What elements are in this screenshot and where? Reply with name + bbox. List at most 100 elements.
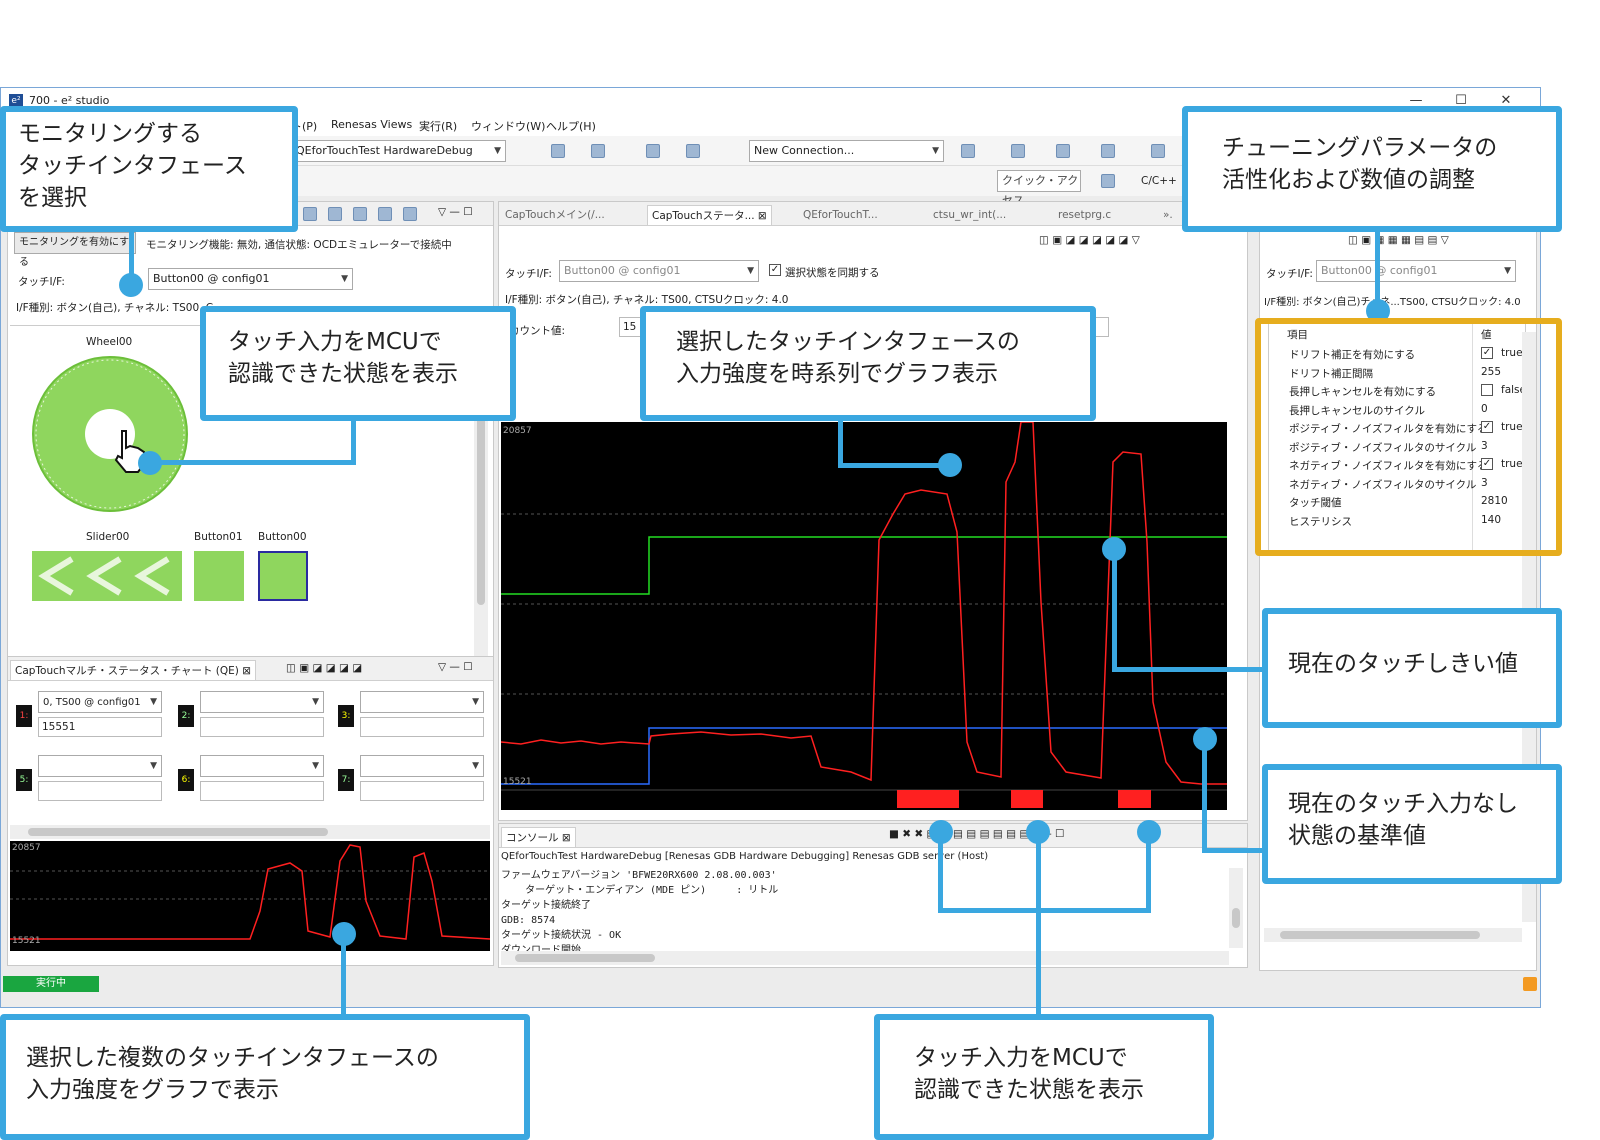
if-type-text: I/F種別: ボタン(自己)チャネ...TS00, CTSUクロック: 4.0 [1264, 297, 1521, 308]
slider-label: Slider00 [86, 531, 130, 543]
tab-captouch-status[interactable]: CapTouchステータ... ⊠ [647, 205, 772, 225]
param-view-icons[interactable]: ◫ ▣ ▦ ▦ ▦ ▤ ▤ ▽ [1348, 234, 1449, 246]
tab-multi-status-chart-label: CapTouchマルチ・ステータス・チャート (QE) [15, 665, 239, 677]
scroll-thumb[interactable] [1280, 931, 1480, 939]
perspective-cpp[interactable]: C/C++ [1141, 175, 1177, 187]
callout-pointer-dot [138, 451, 162, 475]
connection-select[interactable]: New Connection... ▼ [749, 140, 944, 162]
channel-slot-number: 3: [338, 705, 354, 727]
view-icon[interactable] [303, 207, 317, 221]
channel-slot-number: 2: [178, 705, 194, 727]
step-icon[interactable] [1151, 144, 1165, 158]
main-chart-min: 15521 [503, 777, 532, 787]
scroll-thumb[interactable] [515, 954, 655, 962]
wheel-label: Wheel00 [86, 336, 133, 348]
if-type-text: I/F種別: ボタン(自己), チャネル: TS00, C [16, 302, 214, 314]
menu-run[interactable]: 実行(R) [419, 118, 457, 134]
tab-resetprg[interactable]: resetprg.c [1054, 205, 1115, 225]
touch-if-value: Button00 @ config01 [153, 272, 270, 285]
callout-connector [1202, 848, 1264, 853]
quick-access-input[interactable]: クイック・アクセス [997, 170, 1081, 207]
view-icon[interactable] [403, 207, 417, 221]
button01-widget[interactable] [194, 551, 244, 601]
if-type-text: I/F種別: ボタン(自己), チャネル: TS00, CTSUクロック: 4.… [505, 294, 789, 306]
console-tabstrip: コンソール ⊠ ■ ✖ ✖ ▤ ▤ ▤ ▤ ▤ ▤ ▤ ▤ ▾ — ☐ [499, 824, 1247, 848]
monitor-icon[interactable] [1056, 144, 1070, 158]
touch-state-bar [897, 790, 959, 808]
touch-if-select[interactable]: Button00 @ config01 ▼ [559, 260, 759, 282]
tool-icon[interactable] [1101, 144, 1115, 158]
callout-connector [351, 415, 356, 465]
touch-if-select[interactable]: Button00 @ config01 ▼ [1316, 260, 1516, 282]
connect-icon[interactable] [961, 144, 975, 158]
callout-select-interface: モニタリングする タッチインタフェース を選択 [0, 106, 298, 232]
horizontal-scrollbar[interactable] [10, 825, 490, 839]
save-icon[interactable] [591, 144, 605, 158]
console-line: ターゲット・エンディアン (MDE ピン) : リトル [501, 885, 779, 896]
console-panel: コンソール ⊠ ■ ✖ ✖ ▤ ▤ ▤ ▤ ▤ ▤ ▤ ▤ ▾ — ☐ QEfo… [498, 823, 1248, 968]
callout-connector [838, 463, 948, 468]
menu-renesas-views[interactable]: Renesas Views [331, 118, 412, 131]
view-icon[interactable] [328, 207, 342, 221]
enable-monitoring-button[interactable]: モニタリングを有効にする [14, 232, 136, 268]
horizontal-scrollbar[interactable] [1264, 928, 1522, 942]
channel-select[interactable]: ▼ [38, 755, 162, 777]
touch-if-value: Button00 @ config01 [564, 264, 681, 277]
channel-select[interactable]: 0, TS00 @ config01 ▼ [38, 691, 162, 713]
console-header: QEforTouchTest HardwareDebug [Renesas GD… [501, 851, 989, 862]
chevron-down-icon: ▼ [312, 761, 319, 771]
tab-label: ». [1163, 209, 1173, 221]
chart-view-icons[interactable]: ◫ ▣ ◪ ◪ ◪ ◪ ◪ ▽ [1039, 234, 1140, 246]
channel-select[interactable]: ▼ [360, 755, 484, 777]
tab-console[interactable]: コンソール ⊠ [501, 827, 576, 847]
channel-select[interactable]: ▼ [360, 691, 484, 713]
callout-connector [938, 908, 1151, 913]
horizontal-scrollbar[interactable] [501, 951, 1229, 965]
notification-icon[interactable] [1523, 977, 1537, 991]
channel-select[interactable]: ▼ [200, 691, 324, 713]
main-chart-max: 20857 [503, 426, 532, 436]
view-icon[interactable] [378, 207, 392, 221]
build-icon[interactable] [686, 144, 700, 158]
callout-pointer-dot [938, 453, 962, 477]
channel-slot-number: 5: [16, 769, 32, 791]
scroll-thumb[interactable] [28, 828, 328, 836]
menu-help[interactable]: ヘルプ(H) [546, 118, 596, 134]
launch-config-select[interactable]: QEforTouchTest HardwareDebug ▼ [291, 140, 506, 162]
center-tabstrip: CapTouchメイン(/... CapTouchステータ... ⊠ QEfor… [499, 202, 1247, 226]
channel-value [200, 717, 324, 737]
slider-widget[interactable] [32, 551, 182, 601]
multi-chart-svg [10, 844, 491, 940]
chevron-down-icon: ▼ [312, 697, 319, 707]
tab-qefortouch[interactable]: QEforTouchT... [799, 205, 882, 225]
button00-widget[interactable] [258, 551, 308, 601]
vertical-scrollbar[interactable] [1229, 868, 1243, 948]
touch-if-label: タッチI/F: [1266, 268, 1313, 280]
tab-captouch-main[interactable]: CapTouchメイン(/... [501, 205, 609, 225]
chart-view-icons[interactable]: ◫ ▣ ◪ ◪ ◪ ◪ [286, 662, 362, 674]
tab-multi-status-chart[interactable]: CapTouchマルチ・ステータス・チャート (QE) ⊠ [10, 660, 257, 680]
layout-icon[interactable] [1011, 144, 1025, 158]
tab-label: CapTouchステータ... [652, 210, 755, 222]
multi-signal-series [10, 844, 491, 940]
callout-connector [152, 460, 356, 465]
multi-chart-min: 15521 [12, 936, 41, 946]
menu-window[interactable]: ウィンドウ(W) [471, 118, 545, 134]
view-menu-icon[interactable]: ▽ — ☐ [438, 661, 473, 673]
tab-ctsu-wr-int[interactable]: ctsu_wr_int(... [929, 205, 1010, 225]
multi-status-chart-panel: CapTouchマルチ・ステータス・チャート (QE) ⊠ ◫ ▣ ◪ ◪ ◪ … [7, 656, 494, 966]
tab-label: QEforTouchT... [803, 209, 878, 221]
debug-icon[interactable] [646, 144, 660, 158]
view-icon[interactable] [353, 207, 367, 221]
callout-tuning: チューニングパラメータの 活性化および数値の調整 [1182, 106, 1562, 232]
touch-state-bar [1011, 790, 1043, 808]
scroll-thumb[interactable] [1232, 908, 1240, 928]
open-perspective-icon[interactable] [1101, 174, 1115, 188]
tab-overflow[interactable]: ». [1159, 205, 1177, 225]
sync-selection-checkbox[interactable]: ✓ [769, 264, 781, 276]
channel-select-value: 0, TS00 @ config01 [43, 697, 141, 708]
new-icon[interactable] [551, 144, 565, 158]
view-menu-icon[interactable]: ▽ — ☐ [438, 206, 473, 218]
touch-if-select[interactable]: Button00 @ config01 ▼ [148, 268, 353, 290]
channel-select[interactable]: ▼ [200, 755, 324, 777]
